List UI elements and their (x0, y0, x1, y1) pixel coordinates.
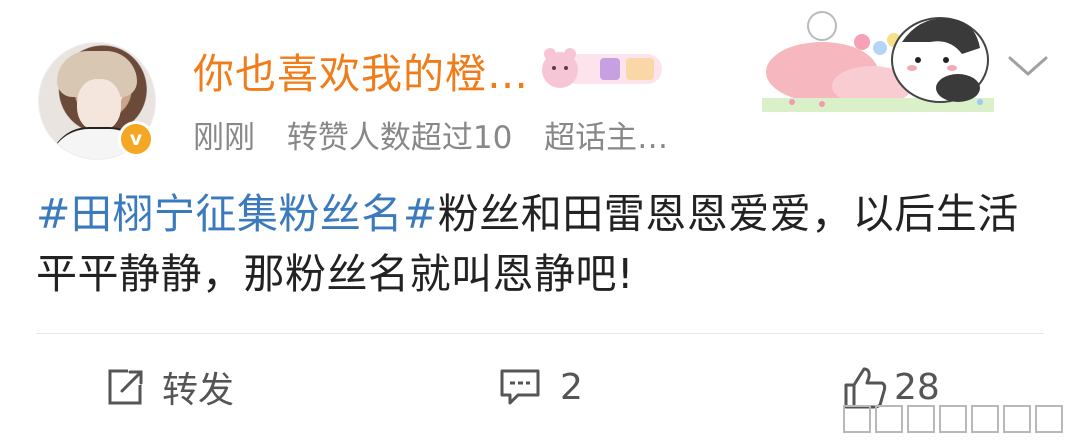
watermark-icon (843, 405, 1063, 433)
post-meta: 刚刚 转赞人数超过10 超话主… (193, 112, 668, 157)
chevron-down-icon[interactable] (1004, 50, 1052, 80)
verified-badge-icon: v (118, 121, 154, 157)
repost-button[interactable]: 转发 (106, 362, 234, 412)
header-decoration-icon (762, 11, 994, 112)
comment-count: 2 (560, 366, 583, 408)
repost-note: 转赞人数超过10 (286, 120, 513, 156)
author-name[interactable]: 你也喜欢我的橙… (193, 40, 529, 100)
post-content: #田栩宁征集粉丝名#粉丝和田雷恩恩爱爱，以后生活平平静静，那粉丝名就叫恩静吧! (36, 184, 1052, 304)
post-time: 刚刚 (193, 120, 255, 156)
repost-icon (108, 369, 143, 405)
avatar-face (77, 79, 121, 131)
post-source[interactable]: 超话主… (544, 120, 668, 156)
comment-icon (500, 369, 540, 405)
topic-link[interactable]: #田栩宁征集粉丝名# (36, 190, 438, 238)
fan-medal-icon (542, 48, 662, 88)
comment-button[interactable]: 2 (498, 362, 583, 412)
repost-label: 转发 (162, 370, 235, 411)
action-divider (36, 333, 1044, 334)
